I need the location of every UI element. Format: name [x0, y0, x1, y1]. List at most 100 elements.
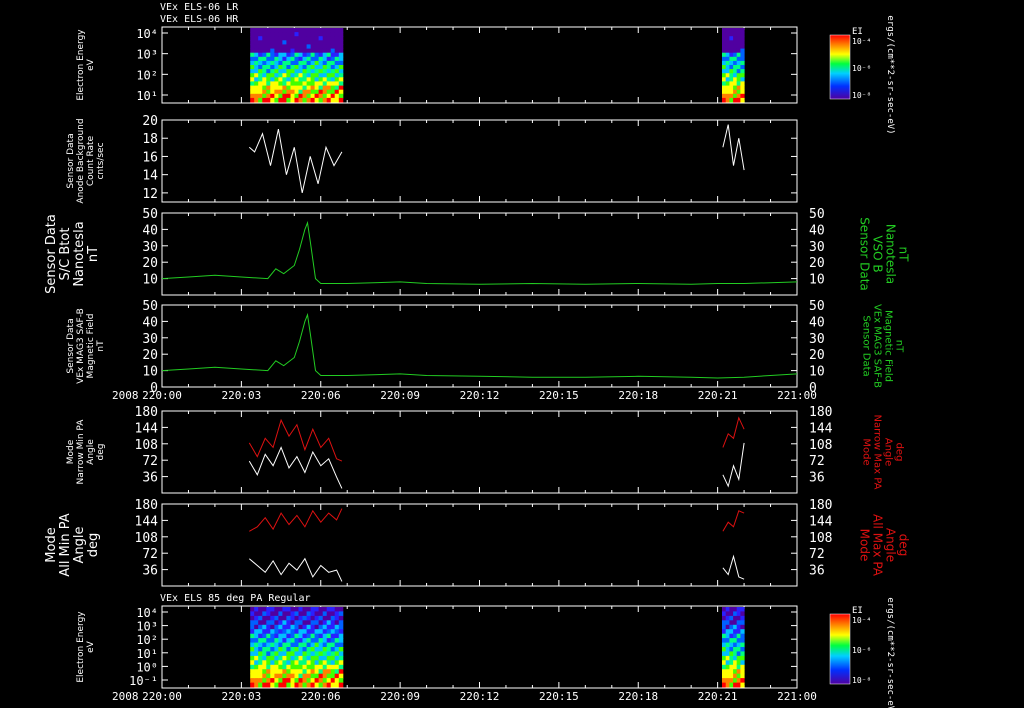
- panel-1-spectrogram-cell: [338, 85, 344, 91]
- panel-1-spectrogram-cell: [314, 52, 320, 58]
- panel-7-spectrogram-cell: [258, 669, 263, 675]
- panel-1-spectrogram-cell: [290, 81, 295, 86]
- panel-7-spectrogram-cell: [262, 620, 267, 626]
- panel-1-spectrogram-cell: [722, 97, 727, 103]
- panel-7-spectrogram-cell: [274, 682, 279, 688]
- panel-7-spectrogram-cell: [262, 647, 267, 652]
- panel-7-spectrogram-cell: [274, 647, 279, 652]
- panel-7-spectrogram-cell: [254, 624, 259, 630]
- panel-1-spectrogram-cell: [330, 69, 336, 74]
- panel-7-spectrogram-cell: [290, 647, 295, 652]
- panel-7-spectrogram-cell: [310, 651, 316, 657]
- panel-7-spectrogram-cell: [330, 611, 336, 617]
- panel-6-ylabel: deg: [86, 533, 101, 558]
- panel-7-spectrogram-cell: [326, 669, 332, 675]
- panel-7-spectrogram-cell: [286, 633, 291, 639]
- panel-4-ylabel: Sensor Data: [66, 318, 76, 373]
- panel-7-spectrogram-cell: [338, 620, 344, 626]
- panel-5-ytick-label: 108: [135, 438, 158, 453]
- panel-7-spectrogram-cell: [250, 678, 255, 683]
- year-label: 2008: [112, 389, 139, 402]
- panel-7-spectrogram-cell: [740, 607, 745, 612]
- panel-1-spectrogram-cell: [338, 65, 344, 70]
- panel-1-spectrogram-cell: [334, 85, 340, 91]
- panel-7-spectrogram-cell: [318, 607, 324, 612]
- panel-1-spectrogram-cell: [306, 65, 312, 70]
- panel-1-spectrogram-cell: [326, 97, 332, 103]
- panel-7-spectrogram-cell: [733, 678, 738, 683]
- panel-1-spectrogram-cell: [736, 65, 741, 70]
- panel-1-spectrogram-cell: [266, 28, 271, 33]
- panel-1-spectrogram-cell: [250, 85, 255, 91]
- panel-7-spectrogram-cell: [326, 655, 332, 661]
- panel-7-spectrogram-cell: [306, 638, 312, 643]
- panel-7-spectrogram-cell: [322, 633, 328, 639]
- time-tick-label: 220:12: [460, 690, 500, 703]
- panel-4-ytick-label: 20: [142, 348, 158, 363]
- panel-3-ytick-label-right: 10: [809, 273, 825, 288]
- panel-7-spectrogram-cell: [740, 624, 745, 630]
- panel-7-spectrogram-cell: [270, 642, 275, 648]
- panel-7-spectrogram-cell: [294, 682, 299, 688]
- panel-1-spectrogram-cell: [266, 93, 271, 99]
- panel-7-spectrogram-cell: [733, 615, 738, 621]
- panel-7-spectrogram-cell: [729, 673, 734, 679]
- panel-1-spectrogram-cell: [722, 93, 727, 99]
- panel-1-spectrogram-cell: [302, 77, 307, 82]
- panel-1-spectrogram-cell: [282, 65, 287, 70]
- panel-7-spectrogram-cell: [318, 629, 324, 635]
- panel-7-spectrogram-cell: [310, 633, 316, 639]
- panel-7-spectrogram-cell: [258, 651, 263, 657]
- panel-7-spectrogram-cell: [338, 660, 344, 666]
- panel-7-spectrogram-cell: [258, 655, 263, 661]
- panel-7-spectrogram-cell: [266, 633, 271, 639]
- panel-1-spectrogram-cell: [266, 97, 271, 103]
- panel-1-spectrogram-cell: [278, 81, 283, 86]
- panel-7-spectrogram-cell: [282, 682, 287, 688]
- panel-1-spectrogram-cell: [286, 28, 291, 33]
- panel-1-spectrogram-cell: [330, 73, 336, 78]
- panel-7-spectrogram-cell: [725, 607, 730, 612]
- panel-1-spectrogram-cell: [310, 85, 316, 91]
- panel-1-spectrogram-cell: [250, 36, 255, 41]
- panel-5-ylabel: Angle: [86, 439, 96, 465]
- panel-1-spectrogram-cell: [286, 93, 291, 99]
- panel-7-spectrogram-cell: [740, 611, 745, 617]
- panel-1-spectrogram-cell: [270, 52, 275, 58]
- panel-1-spectrogram-cell: [326, 56, 332, 62]
- panel-1-spectrogram-cell: [310, 73, 316, 78]
- panel-7-spectrogram-cell: [725, 664, 730, 670]
- panel-7-spectrogram-cell: [278, 615, 283, 621]
- panel-7-spectrogram-cell: [278, 669, 283, 675]
- panel-1-spectrogram-cell: [278, 60, 283, 66]
- panel-7-spectrogram-cell: [740, 651, 745, 657]
- panel-1-spectrogram-cell: [326, 77, 332, 82]
- panel-1-ytick-label: 10²: [136, 68, 158, 82]
- panel-1-spectrogram-cell: [302, 65, 307, 70]
- panel-7-spectrogram-cell: [736, 678, 741, 683]
- panel-1-spectrogram-cell: [250, 93, 255, 99]
- panel-5-ytick-label-right: 72: [809, 454, 825, 469]
- panel-7-spectrogram-cell: [326, 647, 332, 652]
- panel-1-spectrogram-cell: [258, 65, 263, 70]
- panel-1-spectrogram-cell: [740, 44, 745, 49]
- panel-1-spectrogram-cell: [733, 89, 738, 95]
- panel-7-spectrogram-cell: [725, 682, 730, 688]
- panel-1-spectrogram-cell: [334, 97, 340, 103]
- panel-7-spectrogram-cell: [314, 664, 320, 670]
- panel-7-spectrogram-cell: [250, 669, 255, 675]
- panel-1-spectrogram-cell: [310, 65, 316, 70]
- panel-1-spectrogram-cell: [322, 32, 328, 37]
- panel-7-spectrogram-cell: [274, 660, 279, 666]
- panel-1-spectrogram-cell: [330, 85, 336, 91]
- panel-5-rlabel: Mode: [861, 438, 872, 465]
- panel-7-spectrogram-cell: [740, 647, 745, 652]
- panel-1-spectrogram-cell: [314, 65, 320, 70]
- panel-7-spectrogram-cell: [722, 682, 727, 688]
- panel-7-spectrogram-cell: [250, 647, 255, 652]
- panel-7-spectrogram-cell: [306, 607, 312, 612]
- panel-7-spectrogram-cell: [294, 607, 299, 612]
- panel-1-spectrogram-cell: [250, 89, 255, 95]
- panel-1-spectrogram-cell: [250, 73, 255, 78]
- panel-7-spectrogram-cell: [266, 664, 271, 670]
